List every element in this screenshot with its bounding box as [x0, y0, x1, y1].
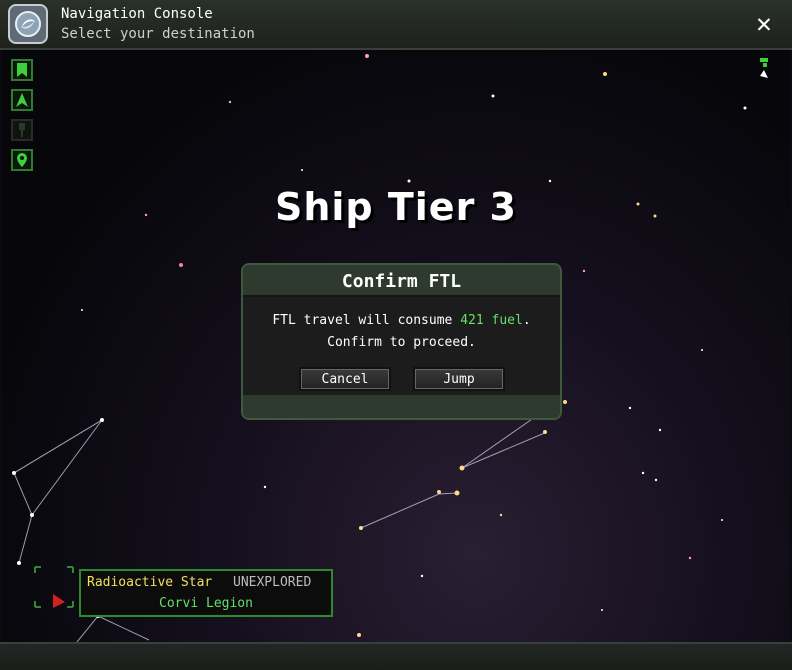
beacon-icon [11, 119, 33, 141]
confirm-ftl-dialog: Confirm FTL FTL travel will consume 421 … [241, 263, 562, 420]
exploration-status: UNEXPLORED [233, 575, 312, 590]
navigation-console-window: Navigation Console Select your destinati… [0, 0, 792, 670]
jump-button[interactable]: Jump [413, 367, 505, 391]
dialog-message: FTL travel will consume 421 fuel. [243, 313, 560, 328]
dialog-header: Confirm FTL [243, 265, 560, 297]
dialog-footer [243, 395, 560, 418]
window-title: Navigation Console [61, 6, 213, 22]
star-name: Radioactive Star [87, 575, 213, 590]
message-suffix: . [522, 313, 531, 328]
player-location-marker [53, 594, 65, 608]
ship-tier-heading: Ship Tier 3 [274, 185, 517, 229]
dialog-confirm-text: Confirm to proceed. [327, 335, 476, 350]
star-faction: Corvi Legion [159, 596, 253, 611]
window-subtitle: Select your destination [61, 26, 255, 42]
cancel-button[interactable]: Cancel [299, 367, 391, 391]
ship-icon[interactable] [11, 89, 33, 111]
map-pin-icon[interactable] [11, 149, 33, 171]
navigation-compass-icon [8, 4, 48, 44]
window-header: Navigation Console Select your destinati… [0, 0, 792, 50]
dialog-title: Confirm FTL [341, 271, 462, 292]
window-footer [0, 642, 792, 670]
bookmark-icon[interactable] [11, 59, 33, 81]
close-icon[interactable]: ✕ [748, 8, 780, 40]
fuel-amount: 421 fuel [460, 313, 523, 328]
player-ship-indicator-icon [760, 58, 768, 78]
star-tooltip: Radioactive Star UNEXPLORED Corvi Legion [79, 569, 333, 617]
message-prefix: FTL travel will consume [272, 313, 461, 328]
